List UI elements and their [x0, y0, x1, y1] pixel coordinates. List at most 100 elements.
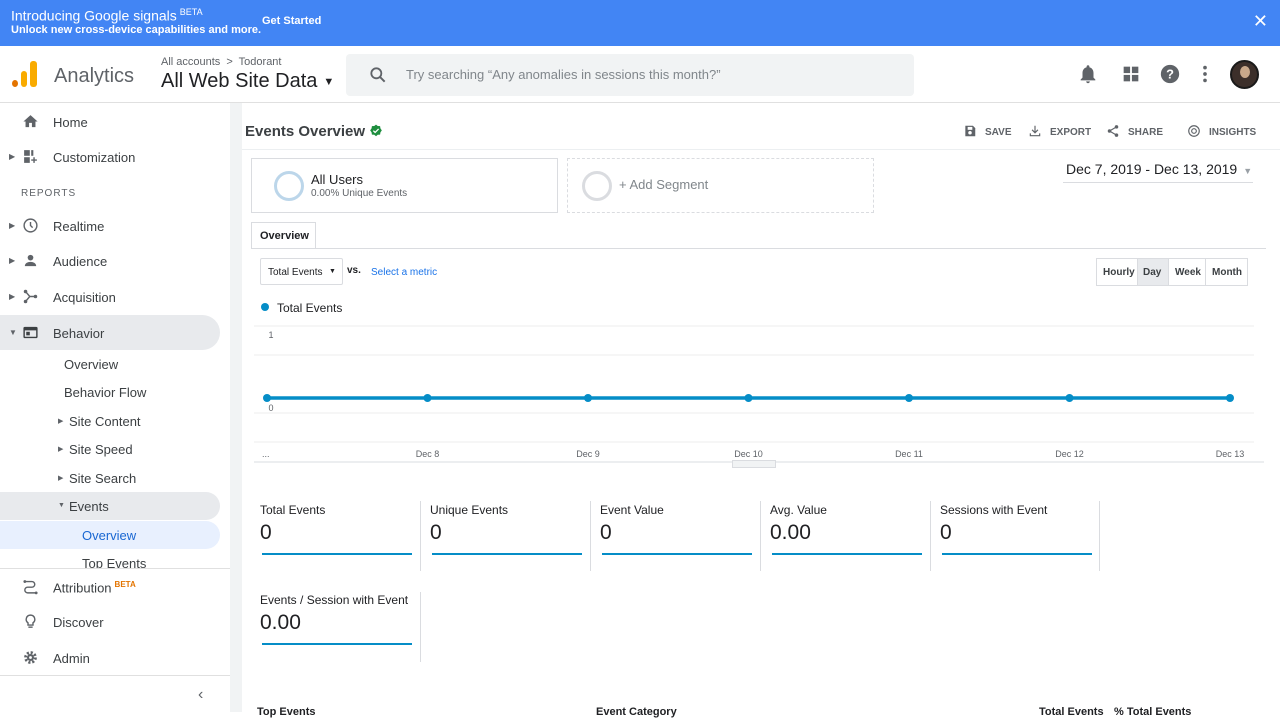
- stat-sparkline: [602, 553, 752, 555]
- chart-resize-handle[interactable]: [732, 460, 776, 468]
- avatar[interactable]: [1230, 60, 1259, 89]
- stat-events-per-session[interactable]: Events / Session with Event 0.00: [260, 593, 420, 661]
- stat-label: Sessions with Event: [940, 503, 1048, 517]
- data-point: [905, 394, 913, 402]
- app-name: Analytics: [54, 65, 135, 87]
- stat-sparkline: [432, 553, 582, 555]
- data-point: [263, 394, 271, 402]
- notifications-icon[interactable]: [1077, 63, 1099, 85]
- sidebar-item-admin[interactable]: Admin: [0, 640, 220, 675]
- help-icon[interactable]: ?: [1159, 63, 1181, 85]
- stat-value: 0: [260, 521, 272, 544]
- attribution-icon: [23, 580, 38, 595]
- sidebar-item-events-overview[interactable]: Overview: [0, 521, 220, 549]
- granularity-day[interactable]: Day: [1137, 258, 1169, 286]
- x-tick-label: ...: [262, 449, 270, 459]
- sidebar-item-acquisition[interactable]: ▶ Acquisition: [0, 279, 220, 314]
- tab-overview[interactable]: Overview: [251, 222, 316, 249]
- sidebar-item-attribution[interactable]: Attribution BETA: [0, 569, 220, 604]
- sidebar-item-behavior[interactable]: ▼ Behavior: [0, 315, 220, 350]
- x-tick-label: Dec 10: [734, 449, 763, 459]
- data-point: [744, 394, 753, 402]
- stat-label: Unique Events: [430, 503, 509, 517]
- save-button[interactable]: SAVE: [963, 124, 1013, 140]
- chevron-down-icon: ▼: [1243, 166, 1253, 176]
- export-button[interactable]: EXPORT: [1028, 124, 1092, 140]
- sidebar-item-home[interactable]: Home: [0, 104, 220, 139]
- divider: [242, 149, 1280, 150]
- sidebar-item-discover[interactable]: Discover: [0, 604, 220, 639]
- verified-check-icon: [370, 124, 382, 137]
- metric-select[interactable]: Total Events ▼: [260, 258, 343, 285]
- search-icon: [370, 67, 386, 83]
- events-line-chart[interactable]: 1 0... Dec 8 Dec 9 Dec 10 Dec 11 Dec 12 Dec 13: [254, 318, 1264, 468]
- analytics-logo[interactable]: [12, 61, 38, 87]
- chevron-down-icon: ▼: [323, 75, 335, 88]
- sidebar-item-label: Acquisition: [53, 290, 116, 305]
- behavior-icon: [23, 326, 38, 339]
- sidebar-item-behavior-overview[interactable]: Overview: [0, 350, 220, 378]
- stat-sessions-with-event[interactable]: Sessions with Event 0: [940, 503, 1100, 571]
- sidebar-item-realtime[interactable]: ▶ Realtime: [0, 208, 220, 243]
- get-started-link[interactable]: Get Started: [262, 15, 321, 27]
- stat-value: 0.00: [770, 521, 811, 544]
- stat-sparkline: [942, 553, 1092, 555]
- sidebar-item-audience[interactable]: ▶ Audience: [0, 243, 220, 278]
- beta-badge: BETA: [114, 580, 136, 589]
- granularity-hourly[interactable]: Hourly: [1096, 258, 1138, 286]
- share-button[interactable]: SHARE: [1106, 124, 1166, 140]
- sidebar-item-events[interactable]: ▼ Events: [0, 492, 220, 520]
- sidebar-item-label: Audience: [53, 254, 108, 269]
- collapse-sidebar-icon[interactable]: ‹: [198, 686, 203, 704]
- add-segment-label: + Add Segment: [619, 177, 709, 192]
- table-header-pct-total-events: % Total Events: [1114, 706, 1192, 718]
- property-selector[interactable]: All Web Site Data ▼: [161, 70, 334, 93]
- x-tick-label: Dec 13: [1216, 449, 1245, 459]
- segment-all-users[interactable]: All Users 0.00% Unique Events: [251, 158, 558, 213]
- breadcrumb[interactable]: All accounts > Todorant: [161, 56, 281, 68]
- lightbulb-icon: [25, 614, 36, 628]
- chevron-right-icon: ▶: [9, 152, 16, 161]
- date-range-picker[interactable]: Dec 7, 2019 - Dec 13, 2019 ▼: [1066, 161, 1252, 177]
- sidebar-item-site-speed[interactable]: ▶ Site Speed: [0, 435, 220, 463]
- divider: [760, 501, 761, 571]
- segment-subtitle: 0.00% Unique Events: [311, 188, 408, 199]
- segment-ring-icon: [274, 171, 304, 201]
- x-tick-label: Dec 12: [1055, 449, 1084, 459]
- stat-avg-value[interactable]: Avg. Value 0.00: [770, 503, 930, 571]
- search-input[interactable]: Try searching “Any anomalies in sessions…: [406, 67, 721, 82]
- stat-label: Total Events: [260, 503, 326, 517]
- chevron-right-icon: ▶: [58, 418, 64, 425]
- x-tick-label: Dec 11: [895, 449, 923, 459]
- sidebar-item-site-content[interactable]: ▶ Site Content: [0, 407, 220, 435]
- main-content: Events Overview SAVE EXPORT SHARE INSIGH…: [242, 103, 1280, 718]
- y-tick-label: 1: [268, 330, 273, 340]
- sidebar-item-top-events[interactable]: Top Events: [0, 549, 220, 568]
- sidebar-item-behavior-flow[interactable]: Behavior Flow: [0, 378, 220, 406]
- granularity-month[interactable]: Month: [1205, 258, 1248, 286]
- data-point: [1065, 394, 1074, 402]
- sidebar-item-site-search[interactable]: ▶ Site Search: [0, 464, 220, 492]
- stat-event-value[interactable]: Event Value 0: [600, 503, 760, 571]
- more-vert-icon[interactable]: [1194, 63, 1216, 85]
- granularity-week[interactable]: Week: [1168, 258, 1206, 286]
- banner-subtitle: Unlock new cross-device capabilities and…: [11, 24, 262, 36]
- insights-button[interactable]: INSIGHTS: [1187, 124, 1257, 140]
- chevron-right-icon: ▶: [9, 256, 16, 265]
- chevron-right-icon: ▶: [9, 292, 16, 301]
- select-metric-link[interactable]: Select a metric: [371, 267, 437, 278]
- sidebar-item-label: Behavior: [53, 326, 105, 341]
- stat-unique-events[interactable]: Unique Events 0: [430, 503, 590, 571]
- close-icon[interactable]: ✕: [1253, 12, 1268, 30]
- segment-ring-icon: [582, 171, 612, 201]
- chevron-down-icon: ▼: [58, 502, 65, 509]
- date-underline: [1063, 182, 1253, 183]
- apps-grid-icon[interactable]: [1120, 63, 1142, 85]
- sidebar-item-customization[interactable]: ▶ Customization: [0, 139, 220, 174]
- add-segment-button[interactable]: + Add Segment: [567, 158, 874, 213]
- divider: [590, 501, 591, 571]
- stat-total-events[interactable]: Total Events 0: [260, 503, 420, 571]
- acquisition-icon: [23, 289, 38, 304]
- search-bar[interactable]: Try searching “Any anomalies in sessions…: [346, 54, 914, 96]
- stat-label: Events / Session with Event: [260, 593, 409, 607]
